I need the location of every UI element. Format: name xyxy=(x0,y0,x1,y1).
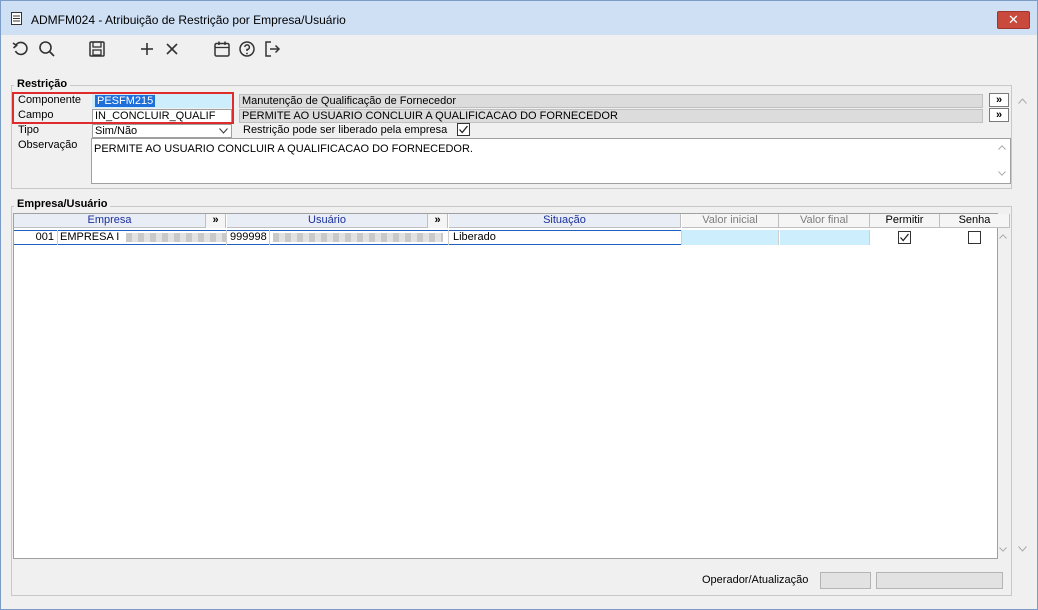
usuario-name-cell[interactable] xyxy=(270,230,449,245)
componente-lookup-button[interactable]: » xyxy=(989,93,1009,107)
window-title: ADMFM024 - Atribuição de Restrição por E… xyxy=(31,13,346,27)
window-scroll-up-icon[interactable] xyxy=(1018,98,1027,104)
valor-final-cell[interactable] xyxy=(780,230,870,245)
campo-label: Campo xyxy=(18,109,54,121)
column-header-empresa[interactable]: Empresa xyxy=(14,214,206,228)
chevron-up-icon xyxy=(998,145,1006,150)
toolbar xyxy=(1,35,1037,63)
campo-input[interactable]: IN_CONCLUIR_QUALIF xyxy=(92,109,232,123)
valor-inicial-cell[interactable] xyxy=(682,230,779,245)
main-window: ADMFM024 - Atribuição de Restrição por E… xyxy=(0,0,1038,610)
campo-description: PERMITE AO USUARIO CONCLUIR A QUALIFICAC… xyxy=(239,109,983,123)
column-header-valor-final[interactable]: Valor final xyxy=(779,214,870,228)
tipo-label: Tipo xyxy=(18,124,39,136)
title-bar: ADMFM024 - Atribuição de Restrição por E… xyxy=(1,1,1037,35)
chevron-down-icon xyxy=(219,128,228,134)
observacao-textarea[interactable]: PERMITE AO USUARIO CONCLUIR A QUALIFICAC… xyxy=(91,138,1011,184)
empresa-name-value: EMPRESA I xyxy=(60,231,120,243)
document-icon xyxy=(11,12,22,25)
operador-label: Operador/Atualização xyxy=(702,574,809,586)
atualizacao-field xyxy=(876,572,1003,589)
componente-description: Manutenção de Qualificação de Fornecedor xyxy=(239,94,983,108)
permitir-checkbox[interactable] xyxy=(898,231,911,244)
operador-field xyxy=(820,572,871,589)
observacao-scrollbar[interactable] xyxy=(996,141,1008,181)
window-scroll-down-icon[interactable] xyxy=(1018,546,1027,552)
tipo-select[interactable]: Sim/Não xyxy=(92,124,232,138)
column-header-permitir[interactable]: Permitir xyxy=(870,214,940,228)
column-header-senha[interactable]: Senha xyxy=(940,214,1010,228)
senha-checkbox[interactable] xyxy=(968,231,981,244)
help-icon[interactable] xyxy=(237,39,257,59)
componente-value: PESFM215 xyxy=(95,95,156,107)
liberado-label: Restrição pode ser liberado pela empresa xyxy=(243,124,448,136)
redacted-text xyxy=(126,232,226,242)
refresh-icon[interactable] xyxy=(11,39,31,59)
calendar-icon[interactable] xyxy=(212,39,232,59)
restricao-legend: Restrição xyxy=(14,78,71,90)
componente-input[interactable]: PESFM215 xyxy=(92,94,232,108)
campo-lookup-button[interactable]: » xyxy=(989,108,1009,122)
close-button[interactable]: ✕ xyxy=(997,11,1030,29)
empresa-name-cell[interactable]: EMPRESA I xyxy=(58,230,227,245)
column-header-valor-inicial[interactable]: Valor inicial xyxy=(682,214,779,228)
tipo-value: Sim/Não xyxy=(95,125,138,137)
column-header-situacao[interactable]: Situação xyxy=(449,214,681,228)
liberado-checkbox[interactable] xyxy=(457,123,470,136)
chevron-up-icon[interactable] xyxy=(999,234,1007,239)
search-icon[interactable] xyxy=(37,39,57,59)
usuario-code-cell[interactable]: 999998 xyxy=(227,230,270,245)
check-icon xyxy=(900,233,910,242)
exit-icon[interactable] xyxy=(262,39,282,59)
check-icon xyxy=(459,125,469,134)
save-icon[interactable] xyxy=(87,39,107,59)
column-header-usuario[interactable]: Usuário xyxy=(227,214,428,228)
usuario-lookup-button[interactable]: » xyxy=(428,214,448,228)
chevron-down-icon xyxy=(998,171,1006,176)
chevron-down-icon[interactable] xyxy=(999,547,1007,552)
redacted-text xyxy=(273,232,443,242)
componente-label: Componente xyxy=(18,94,81,106)
add-icon[interactable] xyxy=(137,39,157,59)
observacao-label: Observação xyxy=(18,139,78,151)
delete-icon[interactable] xyxy=(162,39,182,59)
empresa-usuario-grid: Empresa » Usuário » Situação Valor inici… xyxy=(13,213,1010,559)
observacao-value: PERMITE AO USUARIO CONCLUIR A QUALIFICAC… xyxy=(94,143,473,155)
situacao-cell[interactable]: Liberado xyxy=(449,230,682,245)
empresa-lookup-button[interactable]: » xyxy=(206,214,226,228)
empresa-usuario-legend: Empresa/Usuário xyxy=(14,198,111,210)
empresa-code-cell[interactable]: 001 xyxy=(16,230,58,245)
